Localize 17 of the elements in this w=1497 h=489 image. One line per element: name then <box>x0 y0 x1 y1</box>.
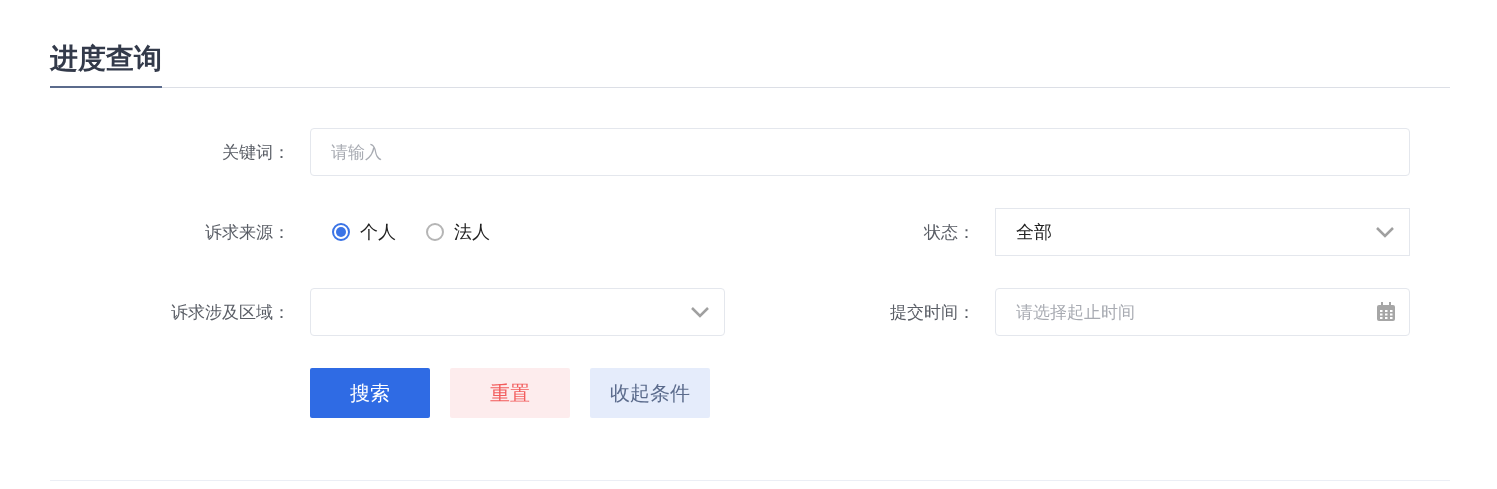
chevron-down-icon <box>690 306 710 318</box>
calendar-icon <box>1376 302 1396 322</box>
field-label: 诉求来源： <box>205 220 291 244</box>
keyword-input-field[interactable]: 请输入 <box>310 128 1410 176</box>
radio-option[interactable]: 个人 <box>332 220 396 244</box>
radio-option[interactable]: 法人 <box>426 220 490 244</box>
search-button[interactable]: 搜索 <box>310 368 430 418</box>
status-select[interactable]: 全部 <box>995 208 1410 256</box>
field-label: 提交时间： <box>890 300 976 324</box>
date-range-field[interactable]: 请选择起止时间 <box>995 288 1410 336</box>
field-label: 诉求涉及区域： <box>171 300 291 324</box>
collapse-button[interactable]: 收起条件 <box>590 368 710 418</box>
page-title: 进度查询 <box>50 40 162 88</box>
region-select[interactable] <box>310 288 725 336</box>
chevron-down-icon <box>1375 226 1395 238</box>
field-label: 关键词： <box>222 140 291 164</box>
field-label: 状态： <box>924 220 976 244</box>
